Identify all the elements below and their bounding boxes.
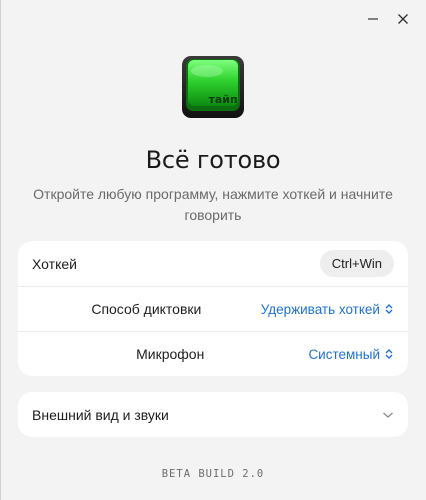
minimize-button[interactable]: [362, 8, 384, 30]
chevron-up-down-icon: [385, 304, 393, 314]
app-logo: тайп: [182, 56, 244, 118]
dictation-mode-label: Способ диктовки: [91, 301, 202, 317]
microphone-select[interactable]: Системный: [308, 347, 394, 362]
settings-card: Хоткей Ctrl+Win Способ диктовки Удержива…: [18, 241, 408, 376]
microphone-value: Системный: [308, 346, 380, 362]
hotkey-button[interactable]: Ctrl+Win: [319, 250, 394, 277]
page-title: Всё готово: [145, 146, 281, 174]
minimize-icon: [368, 18, 378, 20]
appearance-card: Внешний вид и звуки: [18, 392, 408, 437]
version-label: BETA BUILD 2.0: [161, 468, 265, 480]
appearance-label: Внешний вид и звуки: [32, 406, 169, 423]
logo-text: тайп: [208, 93, 237, 106]
hotkey-row: Хоткей Ctrl+Win: [18, 241, 408, 286]
dictation-mode-row: Способ диктовки Удерживать хоткей: [18, 286, 408, 331]
chevron-up-down-icon: [385, 349, 393, 359]
title-bar: [0, 0, 426, 36]
hotkey-label: Хоткей: [32, 255, 77, 272]
page-subtitle: Откройте любую программу, нажмите хоткей…: [33, 186, 393, 223]
close-icon: [398, 14, 408, 24]
close-button[interactable]: [392, 8, 414, 30]
window-border: [0, 0, 1, 500]
microphone-label: Микрофон: [136, 346, 205, 362]
microphone-row: Микрофон Системный: [18, 331, 408, 376]
dictation-mode-value: Удерживать хоткей: [260, 301, 380, 317]
chevron-down-icon: [383, 411, 393, 418]
dictation-mode-select[interactable]: Удерживать хоткей: [261, 302, 394, 317]
appearance-toggle[interactable]: Внешний вид и звуки: [18, 392, 408, 437]
